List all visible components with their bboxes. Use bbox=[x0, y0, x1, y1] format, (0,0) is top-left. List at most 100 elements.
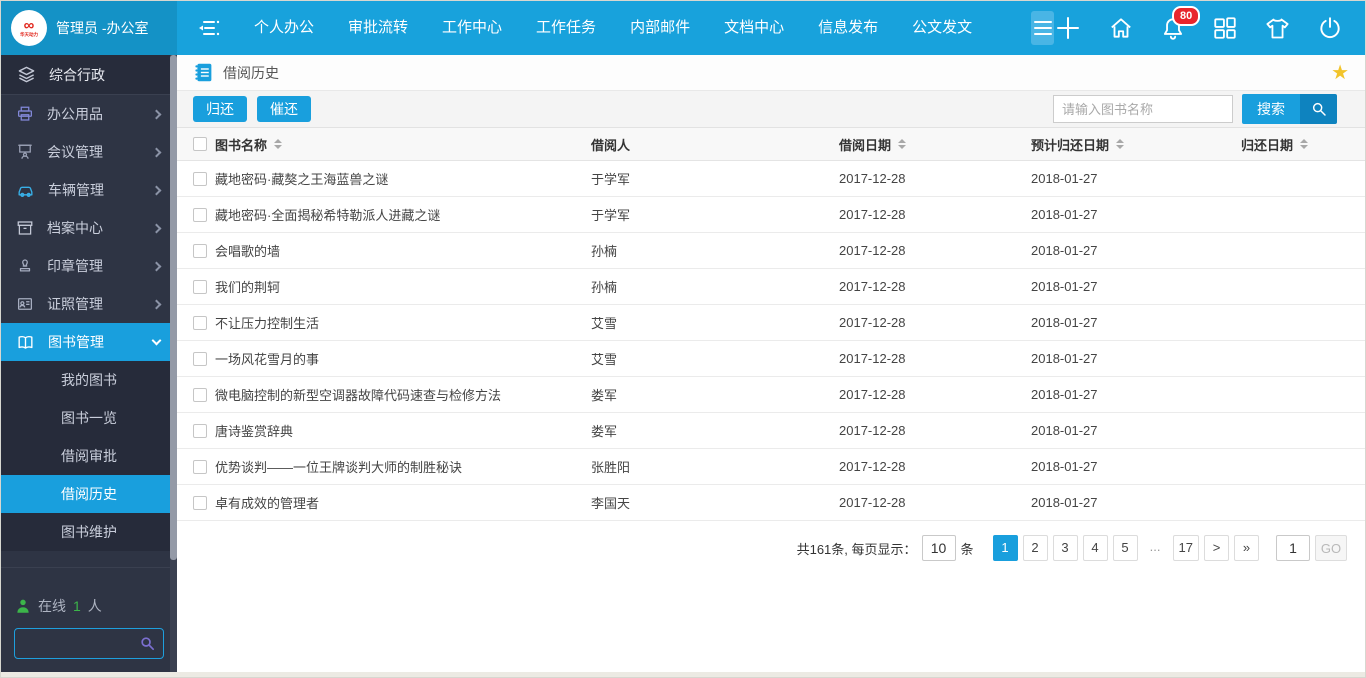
printer-icon bbox=[16, 105, 34, 123]
sidebar-scrollbar-thumb[interactable] bbox=[170, 55, 177, 560]
row-checkbox[interactable] bbox=[193, 207, 207, 222]
page-buttons: 1 2 3 4 5... 17 >» bbox=[992, 535, 1259, 561]
sidebar-subitem-我的图书[interactable]: 我的图书 bbox=[1, 361, 177, 399]
nav-item-7[interactable]: 信息发布 bbox=[801, 1, 895, 55]
sort-icon[interactable] bbox=[1300, 139, 1309, 149]
row-checkbox[interactable] bbox=[193, 315, 207, 330]
cell-borrow-date: 2017-12-28 bbox=[839, 459, 906, 474]
cell-book-name: 微电脑控制的新型空调器故障代码速查与检修方法 bbox=[215, 388, 502, 403]
go-button[interactable]: GO bbox=[1315, 535, 1347, 561]
menu-icon[interactable] bbox=[1031, 11, 1054, 45]
table-row: 卓有成效的管理者 李国天 2017-12-28 2018-01-27 bbox=[177, 485, 1365, 521]
sidebar: 综合行政 办公用品 会议管理 车辆管理 档案中心 印章管理 证照管理 图书管理 我的图书 图书一… bbox=[1, 55, 177, 677]
column-header-label: 图书名称 bbox=[215, 137, 268, 153]
cell-due-date: 2018-01-27 bbox=[1031, 459, 1098, 474]
notifications-bell-icon[interactable]: 80 bbox=[1160, 6, 1201, 41]
next-page-button[interactable]: > bbox=[1204, 535, 1229, 561]
row-checkbox[interactable] bbox=[193, 171, 207, 186]
return-button[interactable]: 归还 bbox=[193, 96, 247, 122]
sidebar-section-header[interactable]: 综合行政 bbox=[1, 55, 177, 95]
sort-icon[interactable] bbox=[898, 139, 907, 149]
select-all-checkbox[interactable] bbox=[193, 137, 207, 151]
column-header-预计归还日期: 预计归还日期 bbox=[1031, 135, 1241, 154]
stamp-icon bbox=[16, 257, 34, 275]
table-row: 会唱歌的墙 孙楠 2017-12-28 2018-01-27 bbox=[177, 233, 1365, 269]
meeting-icon bbox=[16, 143, 34, 161]
page-button-2[interactable]: 2 bbox=[1022, 535, 1048, 561]
search-magnifier-icon[interactable] bbox=[1300, 94, 1337, 124]
row-checkbox[interactable] bbox=[193, 279, 207, 294]
sidebar-item-图书管理[interactable]: 图书管理 bbox=[1, 323, 177, 361]
row-checkbox[interactable] bbox=[193, 423, 207, 438]
nav-item-5[interactable]: 内部邮件 bbox=[613, 1, 707, 55]
sidebar-subitem-借阅审批[interactable]: 借阅审批 bbox=[1, 437, 177, 475]
sidebar-submenu: 我的图书 图书一览 借阅审批 借阅历史 图书维护 bbox=[1, 361, 177, 551]
chevron-right-icon bbox=[151, 261, 162, 271]
theme-shirt-icon[interactable] bbox=[1264, 15, 1291, 42]
row-checkbox-cell bbox=[177, 459, 215, 474]
apps-grid-icon[interactable] bbox=[1212, 15, 1238, 41]
table-row: 藏地密码·藏獒之王海蓝兽之谜 于学军 2017-12-28 2018-01-27 bbox=[177, 161, 1365, 197]
home-icon[interactable] bbox=[1108, 15, 1134, 41]
remind-button[interactable]: 催还 bbox=[257, 96, 311, 122]
book-search-input[interactable] bbox=[1053, 95, 1233, 123]
collapse-menu-icon[interactable] bbox=[197, 18, 223, 38]
sidebar-subitem-图书维护[interactable]: 图书维护 bbox=[1, 513, 177, 551]
search-button[interactable]: 搜索 bbox=[1242, 94, 1300, 124]
sidebar-item-证照管理[interactable]: 证照管理 bbox=[1, 285, 177, 323]
sort-icon[interactable] bbox=[274, 139, 283, 149]
last-page-button[interactable]: » bbox=[1234, 535, 1259, 561]
app-logo-icon[interactable]: ∞ 华天动力 bbox=[11, 10, 47, 46]
row-checkbox[interactable] bbox=[193, 351, 207, 366]
page-button-5[interactable]: 5 bbox=[1112, 535, 1138, 561]
sidebar-item-车辆管理[interactable]: 车辆管理 bbox=[1, 171, 177, 209]
logo-glyph: ∞ bbox=[23, 17, 35, 34]
cell-book-name: 不让压力控制生活 bbox=[215, 316, 320, 331]
sort-up-arrow bbox=[898, 139, 907, 143]
column-header-归还日期: 归还日期 bbox=[1241, 135, 1365, 154]
notebook-icon bbox=[195, 63, 212, 82]
main-content: 借阅历史 ★ 归还 催还 搜索 图书名称 借阅人 借阅日期 预计归还日期 归还日期 藏地… bbox=[177, 55, 1365, 677]
favorite-star-icon[interactable]: ★ bbox=[1331, 63, 1349, 83]
nav-item-6[interactable]: 文档中心 bbox=[707, 1, 801, 55]
row-checkbox[interactable] bbox=[193, 459, 207, 474]
cell-borrower: 艾雪 bbox=[591, 316, 618, 331]
table-row: 微电脑控制的新型空调器故障代码速查与检修方法 娄军 2017-12-28 2018-0… bbox=[177, 377, 1365, 413]
chevron-right-icon bbox=[151, 109, 162, 119]
sort-down-arrow bbox=[274, 145, 283, 149]
page-size-input[interactable] bbox=[921, 535, 956, 561]
nav-item-8[interactable]: 公文发文 bbox=[895, 1, 989, 55]
cell-due-date: 2018-01-27 bbox=[1031, 423, 1098, 438]
license-icon bbox=[16, 295, 34, 313]
sidebar-search bbox=[14, 628, 164, 659]
sidebar-subitem-借阅历史[interactable]: 借阅历史 bbox=[1, 475, 177, 513]
sidebar-item-办公用品[interactable]: 办公用品 bbox=[1, 95, 177, 133]
car-icon bbox=[16, 181, 35, 200]
column-header-label: 借阅人 bbox=[591, 137, 631, 153]
nav-item-1[interactable]: 个人办公 bbox=[237, 1, 331, 55]
sidebar-item-会议管理[interactable]: 会议管理 bbox=[1, 133, 177, 171]
nav-item-2[interactable]: 审批流转 bbox=[331, 1, 425, 55]
sidebar-search-icon[interactable] bbox=[139, 635, 156, 657]
sidebar-item-印章管理[interactable]: 印章管理 bbox=[1, 247, 177, 285]
page-button-17[interactable]: 17 bbox=[1172, 535, 1199, 561]
sidebar-item-档案中心[interactable]: 档案中心 bbox=[1, 209, 177, 247]
page-button-3[interactable]: 3 bbox=[1052, 535, 1078, 561]
sidebar-subitem-图书一览[interactable]: 图书一览 bbox=[1, 399, 177, 437]
add-icon[interactable] bbox=[1054, 14, 1082, 42]
page-title-bar: 借阅历史 ★ bbox=[177, 55, 1365, 91]
row-checkbox[interactable] bbox=[193, 495, 207, 510]
nav-item-3[interactable]: 工作中心 bbox=[425, 1, 519, 55]
cell-due-date: 2018-01-27 bbox=[1031, 387, 1098, 402]
row-checkbox[interactable] bbox=[193, 387, 207, 402]
cell-borrow-date: 2017-12-28 bbox=[839, 171, 906, 186]
nav-item-4[interactable]: 工作任务 bbox=[519, 1, 613, 55]
header-actions: 80 bbox=[1054, 6, 1365, 42]
page-button-1[interactable]: 1 bbox=[992, 535, 1018, 561]
row-checkbox[interactable] bbox=[193, 243, 207, 258]
goto-page-input[interactable] bbox=[1276, 535, 1310, 561]
table-body: 藏地密码·藏獒之王海蓝兽之谜 于学军 2017-12-28 2018-01-27 藏地密… bbox=[177, 161, 1365, 521]
sort-icon[interactable] bbox=[1116, 139, 1125, 149]
page-button-4[interactable]: 4 bbox=[1082, 535, 1108, 561]
logout-power-icon[interactable] bbox=[1317, 15, 1343, 41]
